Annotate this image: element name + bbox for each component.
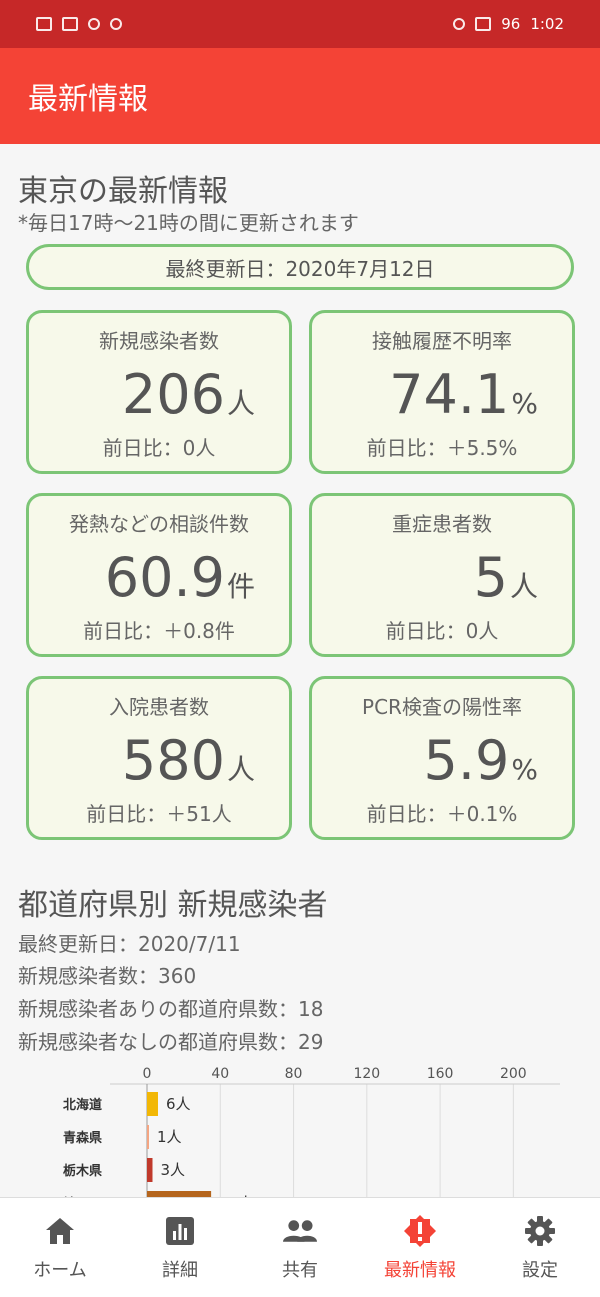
bottom-navigation: ホーム 詳細 共有 最新情報 設定	[0, 1197, 600, 1297]
alert-icon	[403, 1214, 437, 1248]
stat-card-label: PCR検査の陽性率	[362, 695, 522, 719]
stat-card-fever-consultations: 発熱などの相談件数 60.9 件 前日比：＋0.8件	[26, 493, 292, 657]
chart-tick-label: 200	[500, 1066, 527, 1082]
nav-share[interactable]: 共有	[240, 1198, 360, 1297]
stat-number: 580	[121, 729, 225, 792]
update-schedule-note: *毎日17時〜21時の間に更新されます	[18, 211, 359, 235]
prefecture-updated: 最終更新日：2020/7/11	[18, 932, 241, 956]
stat-card-pcr-positive-rate: PCR検査の陽性率 5.9 % 前日比：＋0.1%	[309, 676, 575, 840]
home-icon	[43, 1214, 77, 1248]
stat-card-diff: 前日比：＋0.1%	[366, 802, 518, 826]
battery-icon	[475, 17, 492, 31]
stat-unit: 人	[226, 753, 255, 786]
nav-label: 詳細	[162, 1259, 198, 1281]
stat-unit: 件	[226, 570, 255, 603]
key-icon	[88, 18, 100, 30]
stat-card-diff: 前日比：0人	[102, 436, 216, 460]
stat-number: 5.9	[423, 729, 510, 792]
status-time: 1:02	[530, 15, 564, 33]
stat-card-label: 重症患者数	[392, 512, 492, 536]
stat-number: 5	[473, 546, 508, 609]
chart-tick-label: 0	[143, 1066, 152, 1082]
stat-card-hospitalized: 入院患者数 580 人 前日比：＋51人	[26, 676, 292, 840]
prefecture-bar-chart: 04080120160200北海道6人青森県1人栃木県3人埼玉県35人	[63, 1066, 560, 1197]
chart-tick-label: 40	[211, 1066, 229, 1082]
chart-tick-label: 120	[353, 1066, 380, 1082]
stat-card-value: 580 人	[122, 729, 255, 792]
stat-card-label: 接触履歴不明率	[372, 329, 512, 353]
chart-data-label: 1人	[157, 1128, 182, 1146]
stat-card-value: 5.9 %	[424, 729, 539, 792]
nav-latest-info[interactable]: 最新情報	[360, 1198, 480, 1297]
stat-card-diff: 前日比：＋51人	[86, 802, 232, 826]
last-updated-text: 最終更新日：2020年7月12日	[165, 256, 435, 281]
stat-unit: 人	[509, 570, 538, 603]
stat-card-value: 206 人	[122, 363, 255, 426]
battery-level: 96	[501, 15, 521, 33]
last-updated-badge: 最終更新日：2020年7月12日	[26, 244, 574, 290]
stat-card-value: 74.1 %	[389, 363, 538, 426]
people-icon	[283, 1214, 317, 1248]
stat-card-label: 発熱などの相談件数	[69, 512, 249, 536]
status-bar: 96 1:02	[0, 0, 600, 48]
prefecture-with-cases: 新規感染者ありの都道府県数：18	[18, 997, 324, 1021]
main-content[interactable]: 東京の最新情報 *毎日17時〜21時の間に更新されます 最終更新日：2020年7…	[0, 144, 600, 1197]
stat-card-diff: 前日比：＋5.5%	[366, 436, 518, 460]
nav-label: 設定	[522, 1259, 558, 1281]
stat-card-diff: 前日比：＋0.8件	[83, 619, 235, 643]
nav-settings[interactable]: 設定	[480, 1198, 600, 1297]
gear-icon	[523, 1214, 557, 1248]
stat-card-unknown-contact-rate: 接触履歴不明率 74.1 % 前日比：＋5.5%	[309, 310, 575, 474]
status-left-icons	[36, 17, 122, 31]
stat-card-value: 60.9 件	[105, 546, 255, 609]
stat-card-value: 5 人	[474, 546, 538, 609]
nav-label: 最新情報	[384, 1259, 456, 1281]
chart-icon	[163, 1214, 197, 1248]
app-bar-title: 最新情報	[28, 82, 148, 117]
stat-unit: 人	[226, 387, 255, 420]
stat-number: 74.1	[389, 363, 510, 426]
nav-home[interactable]: ホーム	[0, 1198, 120, 1297]
stat-unit: %	[511, 387, 538, 420]
chart-category-label: 青森県	[63, 1130, 102, 1146]
alarm-icon	[453, 18, 466, 30]
chart-bar	[147, 1125, 149, 1149]
nav-label: ホーム	[33, 1259, 87, 1281]
chart-tick-label: 160	[427, 1066, 454, 1082]
stat-card-new-cases: 新規感染者数 206 人 前日比：0人	[26, 310, 292, 474]
stat-number: 206	[121, 363, 225, 426]
chart-data-label: 3人	[160, 1161, 185, 1179]
nav-label: 共有	[282, 1259, 318, 1281]
stat-number: 60.9	[104, 546, 225, 609]
tokyo-section-title: 東京の最新情報	[18, 174, 228, 209]
chart-bar	[147, 1158, 153, 1182]
prefecture-total: 新規感染者数：360	[18, 964, 197, 988]
app-bar: 最新情報	[0, 48, 600, 144]
prefecture-without-cases: 新規感染者なしの都道府県数：29	[18, 1030, 324, 1054]
chart-category-label: 栃木県	[63, 1163, 102, 1179]
stat-unit: %	[511, 753, 538, 786]
nav-details[interactable]: 詳細	[120, 1198, 240, 1297]
stat-card-label: 新規感染者数	[99, 329, 219, 353]
chart-bar	[147, 1092, 158, 1116]
chart-tick-label: 80	[285, 1066, 303, 1082]
chart-data-label: 6人	[166, 1095, 191, 1113]
stat-card-label: 入院患者数	[109, 695, 209, 719]
message-icon	[36, 17, 52, 31]
stat-card-severe-patients: 重症患者数 5 人 前日比：0人	[309, 493, 575, 657]
prefecture-section-title: 都道府県別 新規感染者	[18, 888, 328, 923]
stat-card-diff: 前日比：0人	[385, 619, 499, 643]
signal-icon	[62, 17, 78, 31]
chart-category-label: 北海道	[63, 1097, 102, 1113]
status-right: 96 1:02	[453, 15, 564, 33]
bluetooth-icon	[110, 18, 122, 30]
